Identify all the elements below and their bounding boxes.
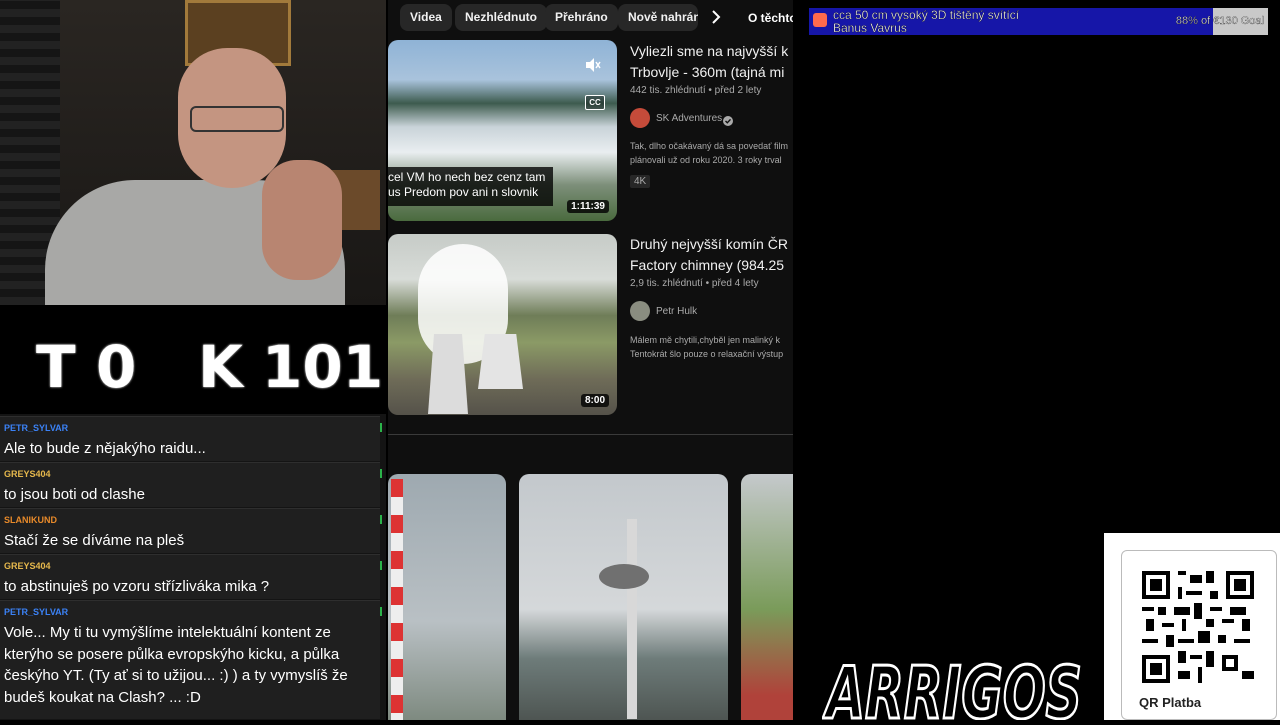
verified-icon bbox=[723, 113, 733, 126]
video-description: Málem mě chytili,chyběl jen malinký k Te… bbox=[630, 333, 793, 361]
chat-username: PETR_SYLVAR bbox=[4, 423, 69, 433]
chat-marker bbox=[380, 423, 382, 432]
about-label[interactable]: O těchto bbox=[748, 11, 793, 25]
chat-message: PETR_SYLVAR Ale to bude z nějakýho raidu… bbox=[0, 416, 382, 461]
qr-label: QR Platba bbox=[1139, 695, 1202, 710]
description-line: plánovali už od roku 2020. 3 roky trval bbox=[630, 155, 782, 165]
video-title-line[interactable]: Trbovlje - 360m (tajná mi bbox=[630, 62, 793, 83]
video-description: Tak, dlho očakávaný dá sa povedať film p… bbox=[630, 139, 793, 167]
goal-progress-text: 88% of €130 Goal bbox=[1175, 15, 1264, 27]
streamer-hand bbox=[262, 160, 342, 280]
cc-icon[interactable]: CC bbox=[585, 95, 605, 110]
video-title-line[interactable]: Druhý nejvyšší komín ČR bbox=[630, 234, 793, 255]
video-thumbnail[interactable]: CC cel VM ho nech bez cenz tam us Predom… bbox=[388, 40, 617, 221]
channel-avatar[interactable] bbox=[630, 301, 650, 321]
description-line: Málem mě chytili,chyběl jen malinký k bbox=[630, 335, 781, 345]
chip-videos[interactable]: Videa bbox=[400, 4, 452, 31]
chat-username: GREYS404 bbox=[4, 561, 51, 571]
donation-icon bbox=[813, 13, 827, 27]
mute-icon[interactable] bbox=[584, 56, 602, 74]
video-duration: 8:00 bbox=[580, 394, 609, 407]
description-line: Tak, dlho očakávaný dá sa povedať film bbox=[630, 141, 788, 151]
qr-code bbox=[1142, 571, 1254, 683]
chip-unwatched[interactable]: Nezhlédnuto bbox=[455, 4, 547, 31]
video-title-line[interactable]: Factory chimney (984.25 bbox=[630, 255, 793, 276]
video-title[interactable]: Druhý nejvyšší komín ČR Factory chimney … bbox=[630, 234, 793, 276]
chat-text: to jsou boti od clashe bbox=[4, 486, 145, 503]
chip-recently-uploaded[interactable]: Nově nahrán bbox=[618, 4, 698, 31]
subtitle-line: cel VM ho nech bez cenz tam bbox=[388, 170, 546, 184]
chimney bbox=[627, 519, 637, 719]
score-right-letter: K bbox=[198, 333, 243, 401]
chat-username: GREYS404 bbox=[4, 469, 51, 479]
chat-text: to abstinuješ po vzoru střízliváka mika … bbox=[4, 578, 270, 595]
short-thumbnail[interactable] bbox=[741, 474, 793, 720]
channel-avatar[interactable] bbox=[630, 108, 650, 128]
goal-description: cca 50 cm vysoký 3D tištěný svítící Banu… bbox=[833, 8, 1019, 35]
quality-badge: 4K bbox=[630, 175, 651, 188]
video-title-line[interactable]: Vyliezli sme na najvyšší k bbox=[630, 41, 793, 62]
cooling-tower bbox=[478, 334, 523, 389]
description-line: Tentokrát šlo pouze o relaxační výstup bbox=[630, 349, 784, 359]
score-left-value: 0 bbox=[96, 333, 137, 401]
chat-message: PETR_SYLVAR Vole... My ti tu vymýšlíme i… bbox=[0, 600, 382, 719]
video-subtitles: cel VM ho nech bez cenz tam us Predom po… bbox=[388, 167, 553, 206]
qr-payment-box: QR Platba bbox=[1104, 533, 1280, 720]
chat-text: Stačí že se díváme na pleš bbox=[4, 532, 185, 549]
scoreboard: T 0 K 101 bbox=[0, 305, 386, 410]
chat-marker bbox=[380, 469, 382, 478]
chat-username: PETR_SYLVAR bbox=[4, 607, 69, 617]
webcam-feed bbox=[0, 0, 386, 305]
arrigos-logo: ARRIGOS bbox=[821, 648, 1086, 725]
chat-text: Ale to bude z nějakýho raidu... bbox=[4, 440, 206, 457]
video-thumbnail[interactable]: 8:00 bbox=[388, 234, 617, 415]
subtitle-line: us Predom pov ani n slovnik bbox=[388, 185, 539, 199]
video-meta: 442 tis. zhlédnutí • před 2 lety bbox=[630, 85, 762, 96]
logo-text: ARRIGOS bbox=[822, 651, 1082, 720]
score-left-letter: T bbox=[36, 333, 76, 401]
chat-message: SLANIKUND Stačí že se díváme na pleš bbox=[0, 508, 382, 553]
video-meta: 2,9 tis. zhlédnutí • před 4 lety bbox=[630, 278, 759, 289]
chevron-right-icon[interactable] bbox=[704, 7, 728, 27]
channel-name[interactable]: Petr Hulk bbox=[656, 306, 697, 317]
youtube-panel: Videa Nezhlédnuto Přehráno Nově nahrán O… bbox=[388, 0, 793, 720]
short-thumbnail[interactable] bbox=[519, 474, 728, 720]
score-right-value: 101 bbox=[262, 333, 384, 401]
goal-description-line: Banus Vavrus bbox=[833, 21, 907, 35]
chat-marker bbox=[380, 607, 382, 616]
streamer-glasses bbox=[190, 106, 284, 132]
donation-goal-bar: cca 50 cm vysoký 3D tištěný svítící Banu… bbox=[809, 8, 1268, 35]
short-thumbnail[interactable] bbox=[388, 474, 506, 720]
chat-username: SLANIKUND bbox=[4, 515, 57, 525]
chip-watched[interactable]: Přehráno bbox=[545, 4, 618, 31]
chat-message: GREYS404 to abstinuješ po vzoru střízliv… bbox=[0, 554, 382, 599]
chimney bbox=[391, 479, 403, 720]
video-duration: 1:11:39 bbox=[567, 200, 609, 213]
cooling-tower bbox=[428, 334, 468, 414]
demolition-dust bbox=[599, 564, 649, 589]
chat-panel: PETR_SYLVAR Ale to bude z nějakýho raidu… bbox=[0, 414, 386, 720]
chat-marker bbox=[380, 515, 382, 524]
chat-message: GREYS404 to jsou boti od clashe bbox=[0, 462, 382, 507]
section-divider bbox=[388, 434, 793, 435]
channel-name[interactable]: SK Adventures bbox=[656, 113, 722, 124]
chat-marker bbox=[380, 561, 382, 570]
video-title[interactable]: Vyliezli sme na najvyšší k Trbovlje - 36… bbox=[630, 41, 793, 83]
chat-text: Vole... My ti tu vymýšlíme intelektuální… bbox=[4, 624, 348, 706]
